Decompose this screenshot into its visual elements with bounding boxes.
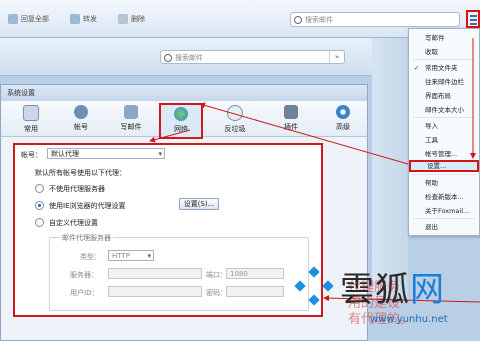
right-panel (372, 38, 408, 298)
menu-item-compose[interactable]: 写邮件 (409, 32, 479, 44)
proxy-heading: 默认所有帐号使用以下代理： (35, 169, 126, 177)
settings-button[interactable]: 设置(S)... (179, 198, 219, 210)
main-dropdown-menu: 写邮件 收取 常用文件夹 往来邮件边栏 界面布局 邮件文本大小 导入 工具 帐号… (408, 28, 480, 236)
menu-divider (413, 117, 475, 118)
search-icon (294, 16, 302, 24)
delete-button[interactable]: 删除 (118, 12, 145, 26)
globe-icon (174, 107, 188, 121)
server-field[interactable] (108, 268, 202, 279)
group-title: 邮件代理服务器 (60, 233, 113, 243)
search-placeholder: 搜索邮件 (305, 16, 333, 24)
menu-item-settings[interactable]: 设置... (409, 160, 479, 172)
radio-no-proxy-label: 不使用代理服务器 (49, 185, 105, 193)
port-field[interactable]: 1080 (226, 268, 284, 279)
menu-item-receive[interactable]: 收取 (409, 46, 479, 58)
plugin-icon (284, 105, 298, 119)
port-label: 端口： (206, 271, 227, 279)
mail-proxy-group: 邮件代理服务器 类型： HTTP ▾ 服务器： 端口： 1080 用户ID： 密码… (49, 233, 309, 311)
tab-label: 常用 (24, 125, 38, 133)
radio-ie-proxy[interactable] (35, 201, 44, 210)
brand-part1: 雲狐 (340, 270, 410, 310)
proxy-type-select[interactable]: HTTP ▾ (108, 250, 154, 261)
mail-list-toolbar: 搜索邮件 » (0, 38, 372, 76)
userid-label: 用户ID： (70, 289, 99, 297)
port-value: 1080 (230, 270, 248, 278)
tab-label: 插件 (284, 123, 298, 131)
search-input[interactable]: 搜索邮件 (290, 12, 460, 27)
search-icon (164, 54, 172, 62)
tab-compose[interactable]: 写邮件 (111, 103, 151, 135)
chevron-down-icon: ▾ (158, 150, 162, 158)
radio-no-proxy[interactable] (35, 184, 44, 193)
menu-divider (413, 59, 475, 60)
user-icon (74, 105, 88, 119)
account-select[interactable]: 默认代理 ▾ (47, 148, 165, 159)
watermark: 代理服务 用的是设 有代理的。 雲狐网 www.yunhu.net (290, 262, 480, 341)
radio-custom-proxy-label: 自定义代理设置 (49, 219, 98, 227)
tab-label: 网络 (174, 125, 188, 133)
menu-divider (413, 174, 475, 175)
password-label: 密码： (206, 289, 227, 297)
chevron-down-icon[interactable]: » (329, 51, 344, 63)
main-menu-button[interactable] (466, 10, 480, 28)
menu-icon-bar (470, 19, 477, 21)
menu-item-layout[interactable]: 界面布局 (409, 90, 479, 102)
menu-icon (470, 15, 477, 17)
menu-item-exit[interactable]: 退出 (409, 221, 479, 233)
chevron-down-icon: ▾ (147, 252, 151, 260)
mail-search-input[interactable]: 搜索邮件 » (160, 50, 345, 64)
watermark-brand: 雲狐网 (340, 262, 445, 311)
tab-label: 帐号 (74, 123, 88, 131)
menu-item-text-size[interactable]: 邮件文本大小 (409, 104, 479, 116)
mail-search-placeholder: 搜索邮件 (175, 54, 203, 62)
compose-icon (124, 105, 138, 119)
shield-icon (227, 105, 243, 121)
menu-item-tools[interactable]: 工具 (409, 134, 479, 146)
settings-tabs: 常用 帐号 写邮件 网络 反垃圾 插件 高级 (1, 101, 367, 139)
reply-all-icon (8, 14, 18, 24)
tab-plugins[interactable]: 插件 (271, 103, 311, 135)
radio-custom-proxy[interactable] (35, 218, 44, 227)
brand-part2: 网 (410, 270, 445, 310)
dialog-title: 系统设置 (1, 85, 367, 101)
gear-icon (336, 105, 350, 119)
menu-item-about[interactable]: 关于Foxmail... (409, 205, 479, 217)
tab-label: 写邮件 (120, 123, 142, 131)
tab-account[interactable]: 帐号 (61, 103, 101, 135)
network-settings-panel: 帐号： 默认代理 ▾ 默认所有帐号使用以下代理： 不使用代理服务器 使用IE浏览器… (13, 143, 323, 317)
reply-all-button[interactable]: 回复全部 (8, 12, 49, 26)
tab-label: 高级 (336, 123, 350, 131)
tab-label: 反垃圾 (224, 125, 246, 133)
tab-general[interactable]: 常用 (11, 103, 51, 135)
tab-network[interactable]: 网络 (159, 103, 203, 139)
menu-item-account-manager[interactable]: 帐号管理... (409, 148, 479, 160)
menu-item-import[interactable]: 导入 (409, 120, 479, 132)
watermark-url: www.yunhu.net (370, 314, 448, 325)
account-select-value: 默认代理 (51, 150, 79, 158)
type-label: 类型： (80, 253, 101, 261)
delete-label: 删除 (131, 15, 145, 23)
reply-all-label: 回复全部 (21, 15, 49, 23)
delete-icon (118, 14, 128, 24)
tab-antispam[interactable]: 反垃圾 (215, 103, 255, 135)
server-label: 服务器： (70, 271, 98, 279)
document-icon (23, 105, 39, 121)
proxy-type-value: HTTP (112, 252, 130, 260)
menu-item-common-folders[interactable]: 常用文件夹 (409, 62, 479, 74)
account-label: 帐号： (21, 151, 42, 159)
yunhu-logo-icon (294, 266, 334, 306)
forward-icon (70, 14, 80, 24)
userid-field[interactable] (108, 286, 202, 297)
menu-icon-bar (470, 23, 477, 25)
tab-advanced[interactable]: 高级 (323, 103, 363, 135)
forward-label: 转发 (83, 15, 97, 23)
menu-item-help[interactable]: 帮助 (409, 177, 479, 189)
menu-item-check-update[interactable]: 检查新版本... (409, 191, 479, 203)
radio-ie-proxy-label: 使用IE浏览器的代理设置 (49, 202, 126, 210)
password-field[interactable] (226, 286, 284, 297)
menu-item-contact-sidebar[interactable]: 往来邮件边栏 (409, 76, 479, 88)
forward-button[interactable]: 转发 (70, 12, 97, 26)
menu-divider (413, 218, 475, 219)
